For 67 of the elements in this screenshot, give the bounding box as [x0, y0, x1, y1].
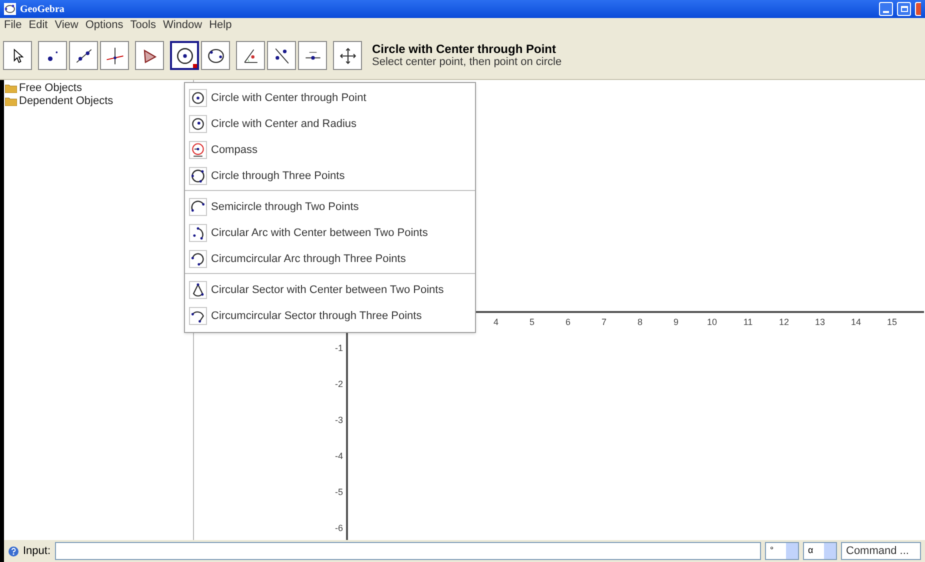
folder-icon: [5, 97, 17, 106]
y-tick-label: -4: [334, 450, 343, 463]
app-logo-icon: [4, 3, 16, 15]
menu-item[interactable]: Window: [162, 16, 202, 34]
input-label: Input:: [23, 544, 51, 559]
close-button[interactable]: [915, 2, 921, 16]
tool-menu-item[interactable]: Circle through Three Points: [185, 163, 475, 189]
tool-button[interactable]: [267, 41, 296, 70]
x-tick-label: 14: [850, 316, 862, 329]
tool-menu-item[interactable]: Circular Sector with Center between Two Points: [185, 277, 475, 303]
tool-menu-item[interactable]: Compass: [185, 137, 475, 163]
tool-button[interactable]: [333, 41, 362, 70]
tool-button[interactable]: [135, 41, 164, 70]
window-title: GeoGebra: [20, 2, 64, 16]
tool-button[interactable]: [3, 41, 32, 70]
menu-item[interactable]: View: [54, 16, 78, 34]
sector3-icon: [189, 307, 207, 325]
tool-button[interactable]: [170, 41, 199, 70]
circle-radius-icon: [189, 115, 207, 133]
menu-item[interactable]: Help: [209, 16, 232, 34]
maximize-button[interactable]: [897, 2, 911, 16]
tool-button[interactable]: [298, 41, 327, 70]
symbol-dropdown[interactable]: °: [765, 542, 799, 560]
sector-icon: [189, 281, 207, 299]
semicircle-icon: [189, 198, 207, 216]
x-tick-label: 11: [742, 316, 754, 329]
circle3-icon: [189, 167, 207, 185]
x-tick-label: 7: [600, 316, 608, 329]
y-tick-label: -6: [334, 522, 343, 535]
input-field[interactable]: [54, 542, 761, 560]
x-tick-label: 13: [814, 316, 826, 329]
compass-icon: [189, 141, 207, 159]
tool-title: Circle with Center through Point: [372, 42, 558, 56]
folder-icon: [5, 84, 17, 93]
tool-button[interactable]: [38, 41, 67, 70]
greek-dropdown[interactable]: α: [803, 542, 837, 560]
y-tick-label: -2: [334, 378, 343, 391]
arc3-icon: [189, 250, 207, 268]
x-tick-label: 15: [886, 316, 898, 329]
x-tick-label: 4: [492, 316, 500, 329]
arc-icon: [189, 224, 207, 242]
tool-menu-item[interactable]: Circumcircular Sector through Three Points: [185, 303, 475, 329]
tool-help: Select center point, then point on circle: [372, 56, 562, 68]
menu-item[interactable]: Edit: [28, 16, 48, 34]
menu-item[interactable]: Tools: [130, 16, 156, 34]
y-tick-label: -3: [334, 414, 343, 427]
command-dropdown[interactable]: Command ...: [841, 542, 921, 560]
tool-menu-item[interactable]: Circular Arc with Center between Two Points: [185, 220, 475, 246]
x-tick-label: 6: [564, 316, 572, 329]
menu-item[interactable]: Options: [85, 16, 124, 34]
x-tick-label: 10: [706, 316, 718, 329]
circle-point-icon: [189, 89, 207, 107]
x-tick-label: 12: [778, 316, 790, 329]
x-tick-label: 9: [672, 316, 680, 329]
tool-button[interactable]: [100, 41, 129, 70]
tool-menu-item[interactable]: Semicircle through Two Points: [185, 194, 475, 220]
x-tick-label: 8: [636, 316, 644, 329]
tool-button[interactable]: [69, 41, 98, 70]
x-tick-label: 5: [528, 316, 536, 329]
tool-button[interactable]: [201, 41, 230, 70]
y-tick-label: -1: [334, 342, 343, 355]
menu-item[interactable]: File: [4, 16, 22, 34]
tool-menu-item[interactable]: Circle with Center and Radius: [185, 111, 475, 137]
minimize-button[interactable]: [879, 2, 893, 16]
tool-menu-item[interactable]: Circumcircular Arc through Three Points: [185, 246, 475, 272]
y-tick-label: -5: [334, 486, 343, 499]
help-icon[interactable]: [8, 546, 19, 556]
